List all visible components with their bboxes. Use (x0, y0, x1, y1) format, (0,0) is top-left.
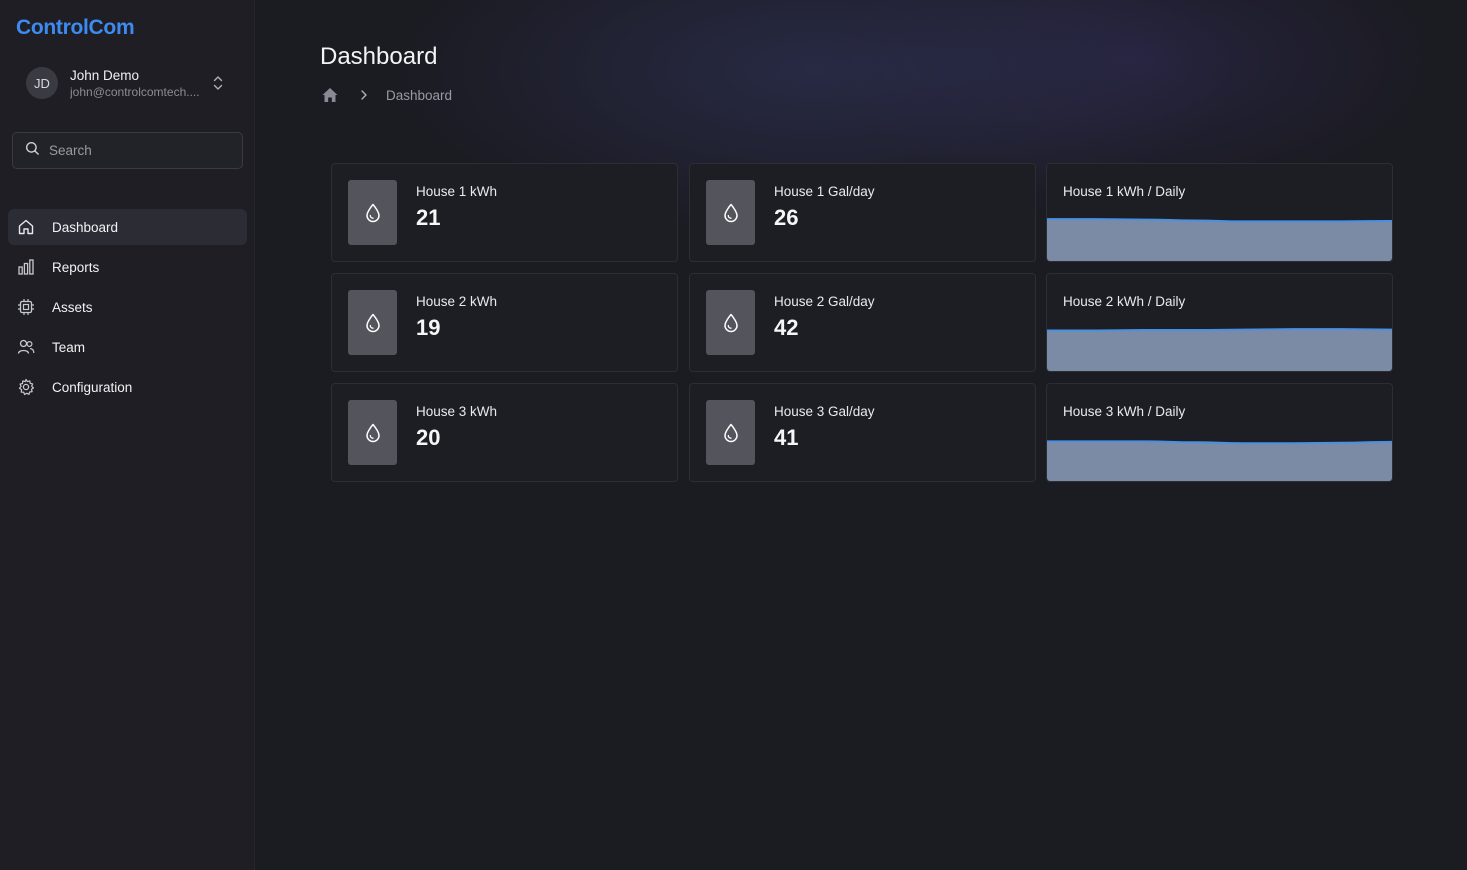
stat-value: 20 (416, 425, 441, 450)
chart-area (1047, 329, 1392, 371)
user-name: John Demo (70, 67, 140, 83)
sidebar-item-dashboard[interactable]: Dashboard (8, 209, 247, 245)
stat-label: House 2 kWh (416, 294, 498, 309)
home-icon (17, 218, 35, 236)
brand-logo[interactable]: ControlCom (16, 16, 135, 40)
sidebar-item-configuration[interactable]: Configuration (8, 369, 247, 405)
avatar: JD (26, 67, 58, 99)
water-drop-icon (706, 290, 755, 355)
chevron-up-down-icon[interactable] (212, 74, 224, 92)
water-drop-icon (706, 400, 755, 465)
sidebar-item-label: Configuration (52, 379, 133, 395)
users-icon (17, 338, 35, 356)
chip-icon (17, 298, 35, 316)
sidebar-item-reports[interactable]: Reports (8, 249, 247, 285)
user-menu[interactable]: JD John Demo john@controlcomtech.... (12, 58, 234, 108)
area-chart (1047, 218, 1392, 261)
water-drop-icon (348, 400, 397, 465)
area-chart (1047, 328, 1392, 371)
sidebar-item-label: Assets (52, 299, 93, 315)
stat-card[interactable]: House 1 kWh 21 (331, 163, 678, 262)
sidebar: ControlCom JD John Demo john@controlcomt… (0, 0, 255, 870)
main-content: Dashboard Dashboard House 1 kWh 21 House… (256, 0, 1467, 870)
chart-card[interactable]: House 3 kWh / Daily (1046, 383, 1393, 482)
home-icon[interactable] (320, 85, 340, 105)
app: ControlCom JD John Demo john@controlcomt… (0, 0, 1467, 870)
stat-value: 21 (416, 205, 441, 230)
chart-area (1047, 441, 1392, 481)
chart-title: House 3 kWh / Daily (1063, 404, 1186, 419)
chart-card[interactable]: House 2 kWh / Daily (1046, 273, 1393, 372)
stat-value: 41 (774, 425, 799, 450)
stat-value: 26 (774, 205, 799, 230)
user-email: john@controlcomtech.... (70, 84, 200, 99)
stat-label: House 3 Gal/day (774, 404, 875, 419)
sidebar-item-label: Team (52, 339, 86, 355)
chevron-right-icon (358, 89, 370, 101)
sidebar-item-label: Dashboard (52, 219, 119, 235)
water-drop-icon (348, 290, 397, 355)
page-title: Dashboard (320, 43, 438, 70)
stat-label: House 3 kWh (416, 404, 498, 419)
stat-value: 19 (416, 315, 441, 340)
sidebar-item-label: Reports (52, 259, 100, 275)
stat-card[interactable]: House 2 kWh 19 (331, 273, 678, 372)
water-drop-icon (348, 180, 397, 245)
chart-card[interactable]: House 1 kWh / Daily (1046, 163, 1393, 262)
stat-label: House 2 Gal/day (774, 294, 875, 309)
stat-label: House 1 Gal/day (774, 184, 875, 199)
chart-title: House 2 kWh / Daily (1063, 294, 1186, 309)
sidebar-item-team[interactable]: Team (8, 329, 247, 365)
chart-area (1047, 219, 1392, 261)
stat-card[interactable]: House 3 kWh 20 (331, 383, 678, 482)
stat-value: 42 (774, 315, 799, 340)
user-info: John Demo john@controlcomtech.... (70, 67, 210, 100)
stat-label: House 1 kWh (416, 184, 498, 199)
chart-title: House 1 kWh / Daily (1063, 184, 1186, 199)
breadcrumb-current: Dashboard (386, 87, 453, 103)
stat-card[interactable]: House 2 Gal/day 42 (689, 273, 1036, 372)
area-chart (1047, 440, 1392, 481)
sidebar-nav: Dashboard Reports Assets Team Configurat… (8, 209, 247, 409)
gear-icon (17, 378, 35, 396)
bar-chart-icon (17, 258, 35, 276)
stat-card[interactable]: House 1 Gal/day 26 (689, 163, 1036, 262)
search-box (12, 132, 243, 169)
search-input[interactable] (49, 143, 229, 158)
sidebar-item-assets[interactable]: Assets (8, 289, 247, 325)
breadcrumb: Dashboard (320, 85, 452, 105)
water-drop-icon (706, 180, 755, 245)
search-icon (25, 141, 40, 161)
stat-card[interactable]: House 3 Gal/day 41 (689, 383, 1036, 482)
